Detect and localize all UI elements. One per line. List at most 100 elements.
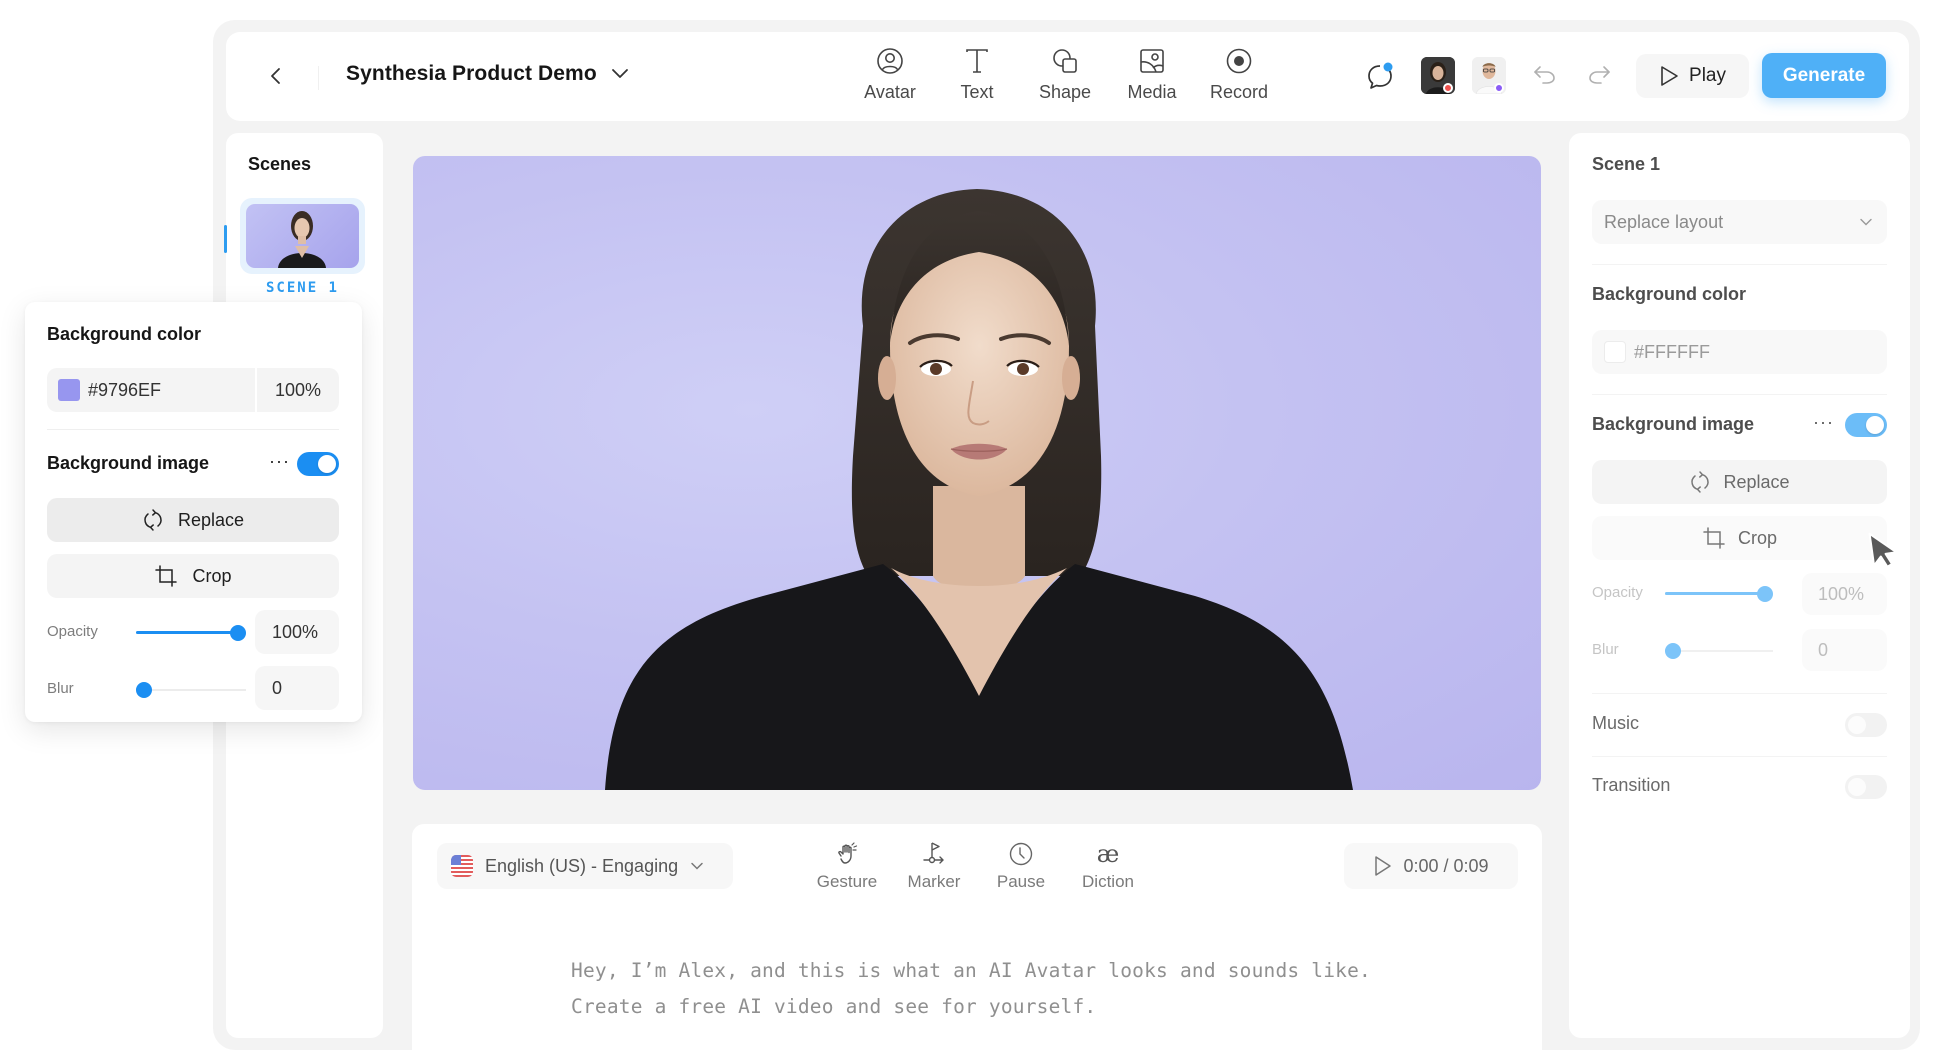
play-icon <box>1661 66 1678 86</box>
popup-background-color-label: Background color <box>47 324 202 344</box>
color-swatch[interactable] <box>58 379 80 401</box>
popup-opacity-slider[interactable] <box>136 623 246 643</box>
background-image-toggle[interactable] <box>1845 413 1887 437</box>
slider-track[interactable] <box>1665 650 1773 652</box>
divider <box>1592 264 1887 265</box>
play-label: Play <box>1689 65 1726 86</box>
avatar-figure <box>605 189 1353 790</box>
tool-record-label: Record <box>1209 82 1269 102</box>
comments-button[interactable] <box>1366 60 1396 97</box>
blur-label: Blur <box>1592 641 1619 658</box>
scene-label-1: SCENE 1 <box>265 280 339 296</box>
replace-layout-select[interactable]: Replace layout <box>1592 200 1887 244</box>
popup-blur-slider[interactable] <box>136 680 246 700</box>
timecode: 0:00 / 0:09 <box>1403 855 1489 876</box>
opacity-value-input[interactable]: 100% <box>1802 573 1887 615</box>
slider-thumb[interactable] <box>1757 586 1773 602</box>
popup-crop-label: Crop <box>192 565 232 586</box>
marker-label: Marker <box>907 872 961 891</box>
divider <box>1592 693 1887 694</box>
blur-value-input[interactable]: 0 <box>1802 629 1887 671</box>
popup-blur-label: Blur <box>47 680 74 697</box>
background-color-label: Background color <box>1592 284 1747 304</box>
tool-media[interactable]: Media <box>1112 46 1192 103</box>
refresh-icon <box>144 509 162 531</box>
replace-layout-label: Replace layout <box>1604 211 1724 232</box>
blur-slider[interactable] <box>1665 641 1773 661</box>
tool-avatar[interactable]: Avatar <box>850 46 930 103</box>
script-tool-pause[interactable]: Pause <box>981 840 1061 892</box>
marker-icon <box>923 842 944 864</box>
play-button[interactable]: Play <box>1636 54 1749 98</box>
background-color-input[interactable]: #FFFFFF <box>1592 330 1887 374</box>
blur-value: 0 <box>1818 639 1829 660</box>
diction-label: Diction <box>1082 872 1134 891</box>
popup-color-opacity-value: 100% <box>274 379 322 400</box>
slider-thumb[interactable] <box>230 625 246 641</box>
opacity-slider[interactable] <box>1665 584 1773 604</box>
slider-thumb[interactable] <box>136 682 152 698</box>
diction-icon: æ <box>1096 840 1120 868</box>
popup-opacity-label: Opacity <box>47 623 98 640</box>
preview-play-button[interactable]: 0:00 / 0:09 <box>1344 843 1518 889</box>
slider-fill <box>1665 592 1765 595</box>
gesture-label: Gesture <box>816 872 878 891</box>
transition-toggle[interactable] <box>1845 775 1887 799</box>
popup-background-image-toggle[interactable] <box>297 452 339 476</box>
project-menu-chevron[interactable] <box>610 66 630 85</box>
avatar-thumbnail-image <box>278 211 326 268</box>
collaborator-2-status-dot <box>1494 83 1504 93</box>
script-tool-diction[interactable]: æ Diction <box>1068 840 1148 892</box>
voice-label: English (US) - Engaging <box>485 855 679 876</box>
tool-shape[interactable]: Shape <box>1025 46 1105 103</box>
clock-icon <box>1009 842 1033 866</box>
scene-selected-indicator <box>224 225 227 253</box>
back-button[interactable] <box>262 62 290 90</box>
refresh-icon <box>1691 471 1710 493</box>
video-canvas[interactable] <box>413 156 1541 790</box>
music-toggle[interactable] <box>1845 713 1887 737</box>
crop-icon <box>155 565 178 587</box>
project-title[interactable]: Synthesia Product Demo <box>346 62 597 86</box>
popup-replace-button[interactable]: Replace <box>47 498 339 542</box>
popup-replace-label: Replace <box>177 509 245 530</box>
replace-button[interactable]: Replace <box>1592 460 1887 504</box>
tool-media-label: Media <box>1127 82 1177 102</box>
chat-bubble-icon <box>1368 62 1393 89</box>
undo-button[interactable] <box>1532 64 1558 91</box>
voice-selector[interactable]: English (US) - Engaging <box>437 843 733 889</box>
tool-text[interactable]: Text <box>937 46 1017 103</box>
text-icon <box>966 49 988 73</box>
color-swatch[interactable] <box>1604 341 1626 363</box>
play-icon <box>1375 856 1392 876</box>
pause-label: Pause <box>996 872 1046 891</box>
chevron-down-icon <box>1860 218 1872 226</box>
script-tool-gesture[interactable]: Gesture <box>807 840 887 892</box>
popup-crop-button[interactable]: Crop <box>47 554 339 598</box>
redo-button[interactable] <box>1586 64 1612 91</box>
popup-more-options-button[interactable]: ··· <box>269 451 290 472</box>
replace-label: Replace <box>1723 471 1790 492</box>
popup-background-color-input[interactable]: #9796EF <box>47 368 255 412</box>
crop-icon <box>1703 527 1725 549</box>
chevron-down-icon <box>612 69 628 78</box>
opacity-label: Opacity <box>1592 584 1643 601</box>
crop-button[interactable]: Crop <box>1592 516 1887 560</box>
slider-track[interactable] <box>136 689 246 691</box>
slider-thumb[interactable] <box>1665 643 1681 659</box>
generate-button[interactable]: Generate <box>1762 53 1886 98</box>
script-tool-marker[interactable]: Marker <box>894 840 974 892</box>
more-options-button[interactable]: ··· <box>1813 412 1834 433</box>
crop-label: Crop <box>1737 527 1777 548</box>
popup-opacity-value-input[interactable]: 100% <box>255 610 339 654</box>
divider <box>1592 756 1887 757</box>
tool-record[interactable]: Record <box>1199 46 1279 103</box>
divider <box>47 429 339 430</box>
popup-background-image-label: Background image <box>47 453 210 473</box>
script-text-editor[interactable]: Hey, I’m Alex, and this is what an AI Av… <box>571 953 1371 1025</box>
popup-blur-value-input[interactable]: 0 <box>255 666 339 710</box>
header-divider <box>318 66 319 90</box>
scene-thumbnail-1[interactable] <box>240 198 365 274</box>
popup-color-opacity-input[interactable]: 100% <box>257 368 339 412</box>
popup-blur-value: 0 <box>272 677 283 698</box>
